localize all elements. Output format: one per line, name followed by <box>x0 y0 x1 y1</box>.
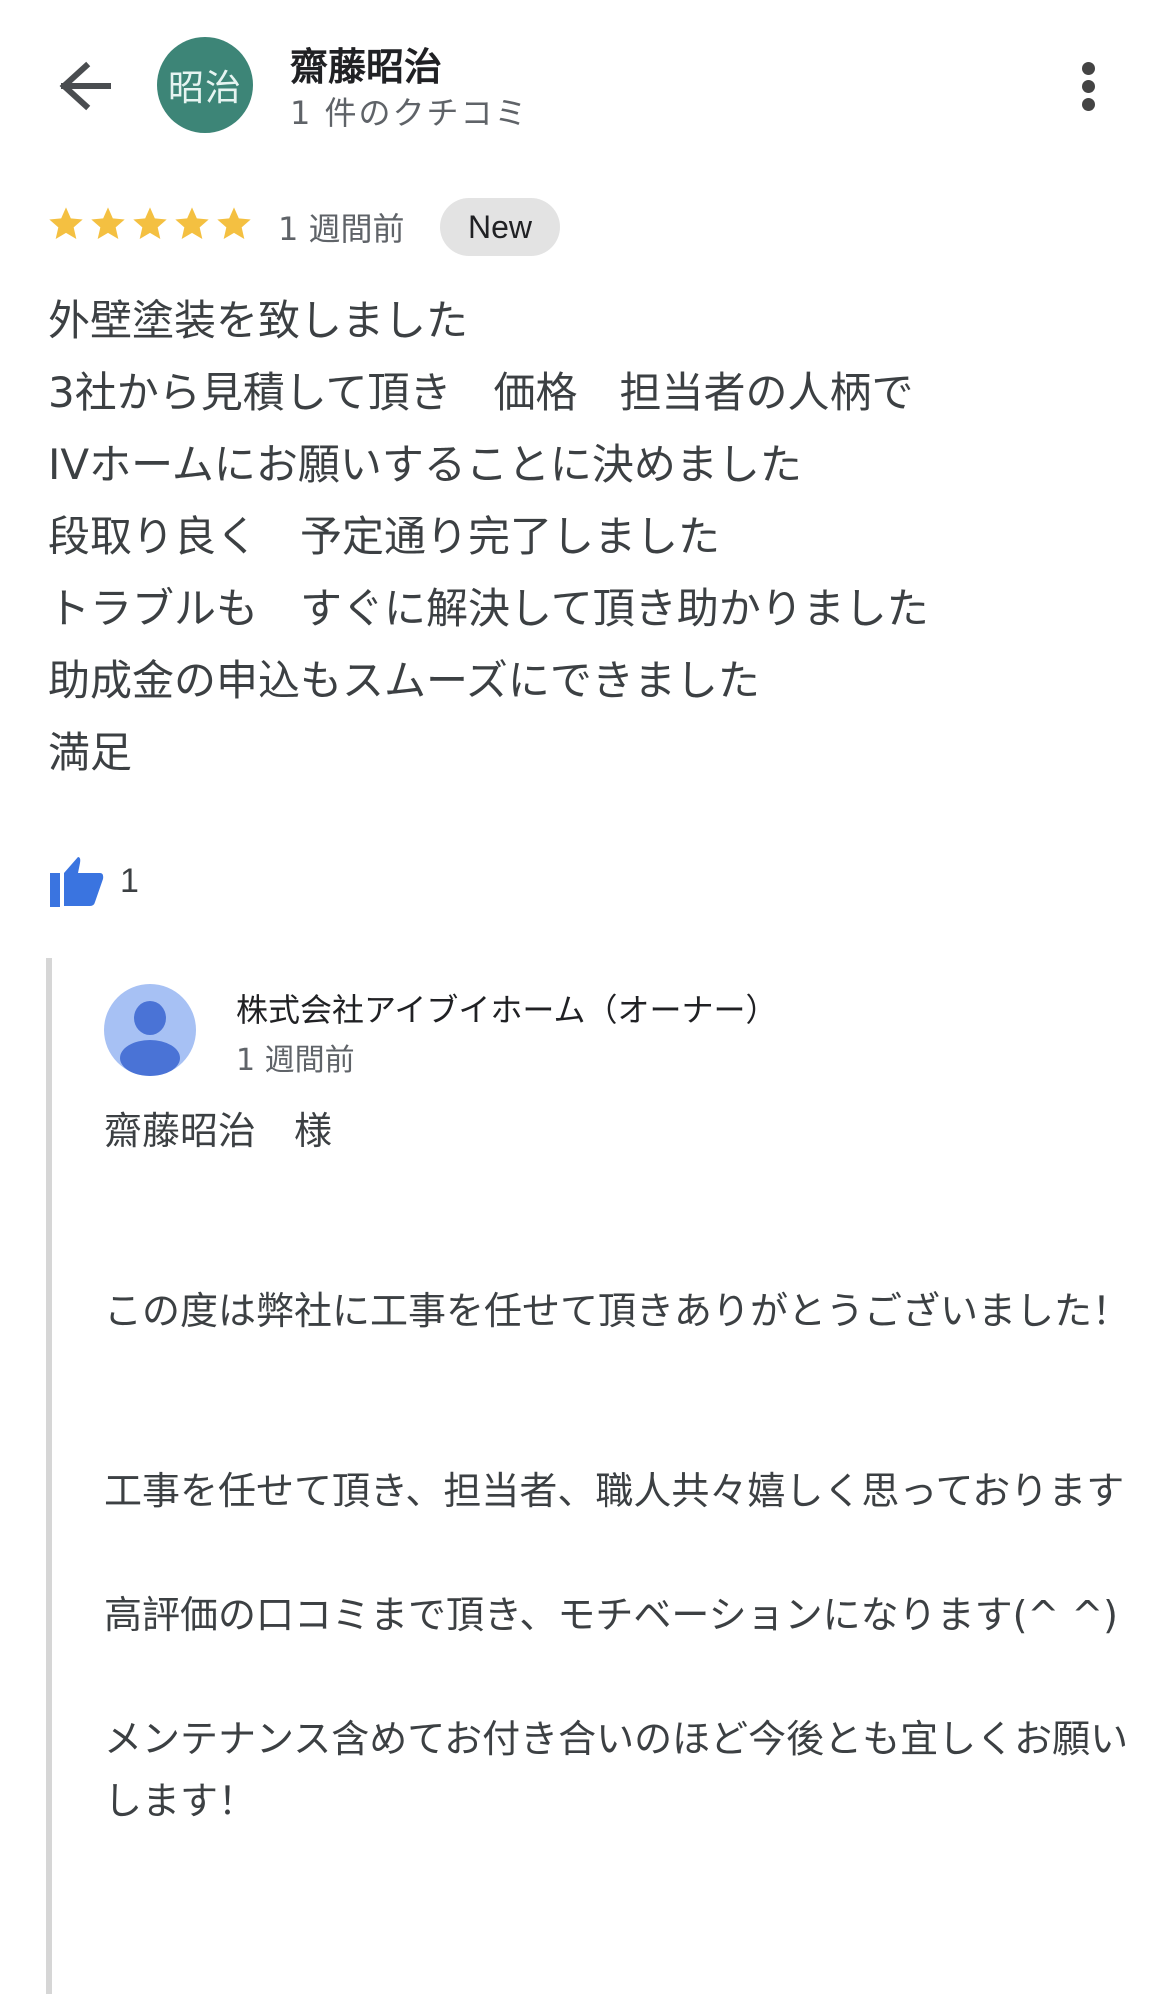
more-options-button[interactable] <box>1070 58 1106 114</box>
review-line: 3社から見積して頂き 価格 担当者の人柄で <box>48 368 914 417</box>
review-text: 外壁塗装を致しました 3社から見積して頂き 価格 担当者の人柄で IVホームにお願い… <box>48 285 929 789</box>
like-button[interactable]: 1 <box>48 855 139 907</box>
star-icon <box>133 207 167 239</box>
review-line: 助成金の申込もスムーズにできました <box>48 656 760 705</box>
star-icon <box>217 207 251 239</box>
review-line: IVホームにお願いすることに決めました <box>48 440 802 489</box>
reply-paragraph: 高評価の口コミまで頂き、モチベーションになります(^ ^) <box>104 1593 1118 1637</box>
person-icon <box>104 984 196 1076</box>
reply-paragraph: この度は弊社に工事を任せて頂きありがとうございました！ <box>104 1289 1131 1333</box>
star-icon <box>49 207 83 239</box>
review-line: 外壁塗装を致しました <box>48 296 469 345</box>
arrow-left-icon <box>59 61 111 111</box>
reply-paragraph: メンテナンス含めてお付き合いのほど今後とも宜しくお願いします！ <box>104 1717 1129 1823</box>
review-line: 段取り良く 予定通り完了しました <box>48 512 721 561</box>
review-time: 1 週間前 <box>278 210 405 248</box>
reviewer-avatar[interactable]: 昭治 <box>157 37 253 133</box>
new-badge: New <box>440 198 561 256</box>
owner-reply-text: 齋藤昭治 様 この度は弊社に工事を任せて頂きありがとうございました！ 工事を任せ… <box>104 1100 1134 1832</box>
reply-paragraph: 工事を任せて頂き、担当者、職人共々嬉しく思っております <box>104 1469 1125 1513</box>
review-count: 1 件のクチコミ <box>290 94 529 132</box>
reply-greeting: 齋藤昭治 様 <box>104 1109 333 1153</box>
reply-divider <box>46 958 52 1994</box>
owner-avatar[interactable] <box>104 984 196 1076</box>
review-line: 満足 <box>48 728 133 777</box>
reviewer-name[interactable]: 齋藤昭治 <box>290 36 442 91</box>
thumbs-up-icon <box>50 857 104 907</box>
review-line: トラブルも すぐに解決して頂き助かりました <box>48 584 929 633</box>
star-icon <box>175 207 209 239</box>
back-button[interactable] <box>52 58 112 114</box>
like-count: 1 <box>120 861 139 900</box>
owner-name: 株式会社アイブイホーム（オーナー） <box>236 991 778 1029</box>
owner-reply-time: 1 週間前 <box>236 1043 355 1078</box>
more-vert-icon <box>1070 62 1106 111</box>
star-rating <box>46 204 254 244</box>
star-icon <box>91 207 125 239</box>
